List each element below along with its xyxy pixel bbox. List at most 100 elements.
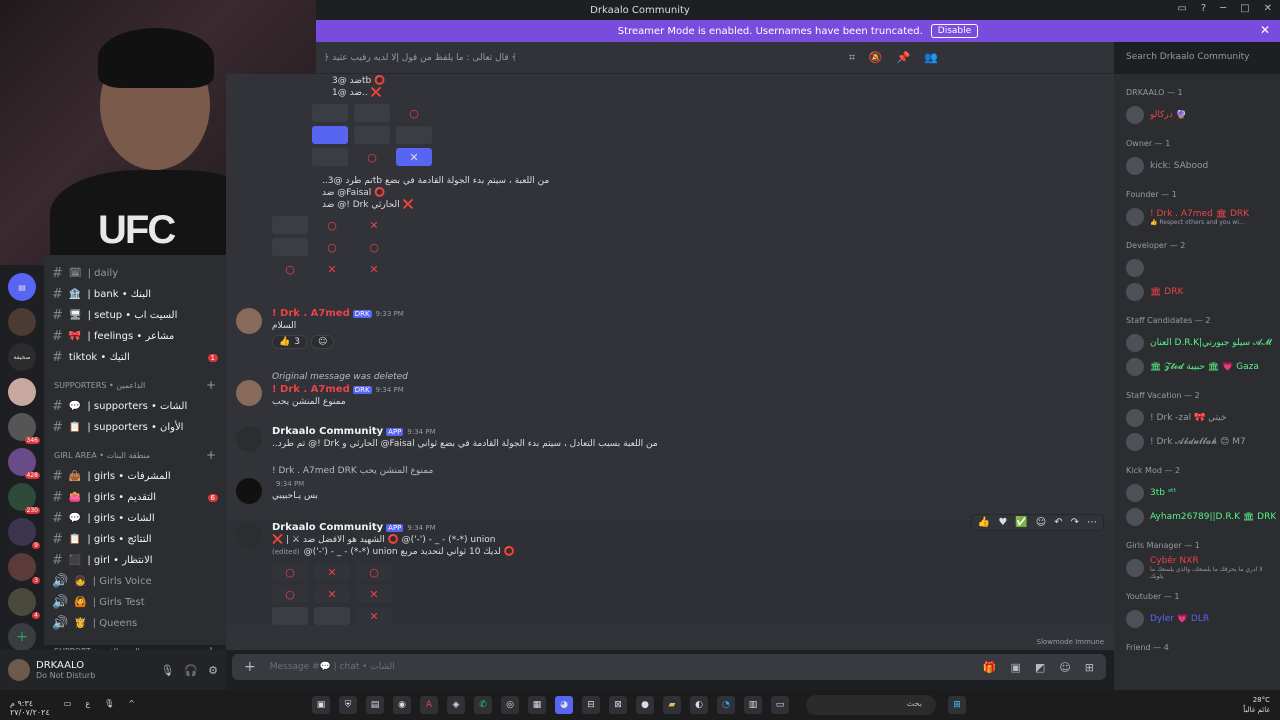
store-icon[interactable]: ▥ <box>744 696 762 714</box>
channel-item[interactable]: # 🎀 | feelings • مشاعر <box>44 326 226 347</box>
whatsapp-icon[interactable]: ✆ <box>474 696 492 714</box>
members-icon[interactable]: 👥 <box>924 51 938 65</box>
member-item[interactable] <box>1122 256 1272 280</box>
app-icon[interactable]: ⊟ <box>582 696 600 714</box>
sticker-icon[interactable]: ◩ <box>1035 661 1045 674</box>
board-cell[interactable]: ✕ <box>314 563 350 581</box>
category-supporters[interactable]: Supporters • الداعمين + <box>44 374 226 396</box>
message-author[interactable]: Drkaalo Community <box>272 426 383 437</box>
member-item[interactable]: kick: SAbood <box>1122 154 1272 178</box>
member-item[interactable]: 🏛 𝓩𝓽𝓸𝓭 حبيبة 🏛 💗 Gaza <box>1122 355 1272 379</box>
server-icon[interactable]: 428 <box>8 448 40 479</box>
member-item[interactable]: Ayham26789||D.R.K 🏛 DRK <box>1122 505 1276 529</box>
disable-streamer-button[interactable]: Disable <box>930 24 979 38</box>
clock[interactable]: ٩:٣٤ م ٢٧/٠٧/٢٠٢٤ <box>10 699 50 717</box>
board-cell[interactable]: ✕ <box>314 260 350 278</box>
weather-widget[interactable]: 28°C غائم غالباً <box>1243 695 1270 715</box>
member-item[interactable]: العنان D.R.K|سيلو جبورني 𝓐𝓜 <box>1122 331 1272 355</box>
message-author[interactable]: ! Drk . A7med <box>272 384 350 395</box>
category-girls[interactable]: GIRL AREA • منطقة البنات + <box>44 444 226 466</box>
message-composer[interactable]: + Message #💬 | chat • الشات 🎁 ▣ ◩ ☺ ⊞ <box>232 654 1106 680</box>
check-icon[interactable]: ✅ <box>1015 517 1027 528</box>
avatar[interactable] <box>236 308 262 334</box>
member-item[interactable]: 🏛 DRK <box>1122 280 1272 304</box>
discord-icon[interactable]: ◕ <box>555 696 573 714</box>
channel-item[interactable]: # 🖥 | setup • السيت اب <box>44 305 226 326</box>
board-cell[interactable]: ○ <box>314 216 350 234</box>
close-button[interactable]: ✕ <box>1264 3 1272 14</box>
add-channel-icon[interactable]: + <box>206 448 216 462</box>
server-icon[interactable]: 4 <box>8 588 40 619</box>
board-cell[interactable] <box>312 148 348 166</box>
member-item[interactable]: ! Drk . A7med 🏛 DRK 👍 Respect others and … <box>1122 205 1272 229</box>
board-cell[interactable]: ✕ <box>356 607 392 625</box>
server-icon[interactable]: ▤ <box>8 273 36 301</box>
board-cell[interactable]: ✕ <box>356 585 392 603</box>
app-icon[interactable]: ⊠ <box>609 696 627 714</box>
app-icon[interactable]: ▤ <box>366 696 384 714</box>
board-cell[interactable]: ○ <box>396 104 432 122</box>
board-cell[interactable]: ○ <box>272 563 308 581</box>
board-cell[interactable]: ○ <box>272 260 308 278</box>
close-banner-icon[interactable]: ✕ <box>1260 23 1270 37</box>
forward-icon[interactable]: ↷ <box>1071 517 1079 528</box>
threads-icon[interactable]: ⌗ <box>849 51 855 65</box>
board-cell[interactable]: ○ <box>354 148 390 166</box>
chrome-icon[interactable]: ◎ <box>501 696 519 714</box>
search-input[interactable]: Search Drkaalo Community <box>1120 49 1272 67</box>
pin-icon[interactable]: 📌 <box>897 51 911 65</box>
minimize-button[interactable]: ─ <box>1220 3 1226 14</box>
avatar[interactable] <box>236 478 262 504</box>
steam-icon[interactable]: ◉ <box>393 696 411 714</box>
edge-icon[interactable]: ◔ <box>717 696 735 714</box>
reaction-button[interactable]: 👍 3 <box>272 335 307 349</box>
add-reaction-icon[interactable]: ☺ <box>310 335 335 349</box>
member-item[interactable]: ! Drk -zal 🎀 خيتي <box>1122 406 1272 430</box>
microphone-icon[interactable]: 🎙 <box>160 664 174 677</box>
server-icon[interactable]: 3 <box>8 553 40 584</box>
board-cell[interactable] <box>396 126 432 144</box>
chevron-up-icon[interactable]: ^ <box>128 699 135 717</box>
channel-item[interactable]: # 📋 | girls • التتائج <box>44 529 226 550</box>
member-item[interactable]: Cyběr ÑXŔ لا ادري ما يحرقك ما يلسعك، والذ… <box>1122 556 1272 580</box>
channel-item[interactable]: # 💬 | girls • الشات <box>44 508 226 529</box>
board-cell[interactable] <box>272 216 308 234</box>
reply-preview[interactable]: Original message was deleted <box>272 372 1114 382</box>
server-icon[interactable]: 346 <box>8 413 40 444</box>
message-input[interactable]: Message #💬 | chat • الشات <box>270 662 395 672</box>
gif-icon[interactable]: ▣ <box>1011 661 1021 674</box>
emoji-icon[interactable]: ☺ <box>1059 661 1070 674</box>
board-cell[interactable] <box>314 607 350 625</box>
channel-item[interactable]: # tiktok • التيك 1 <box>44 347 226 368</box>
app-icon[interactable]: ◐ <box>690 696 708 714</box>
board-cell[interactable]: ○ <box>272 585 308 603</box>
server-icon[interactable]: 9 <box>8 518 40 549</box>
server-icon[interactable]: ﺻﺤﻴﻔﺔ <box>8 343 36 371</box>
maximize-button[interactable]: □ <box>1240 3 1249 14</box>
board-cell[interactable] <box>354 104 390 122</box>
board-cell[interactable] <box>312 104 348 122</box>
inbox-icon[interactable]: ▭ <box>1177 3 1186 14</box>
voice-channel-item[interactable]: 🔊 🙆 | Girls Test <box>44 592 226 613</box>
gift-icon[interactable]: 🎁 <box>983 661 997 674</box>
board-cell[interactable]: ○ <box>356 563 392 581</box>
battery-icon[interactable]: ▭ <box>64 699 72 717</box>
app-icon[interactable]: ● <box>636 696 654 714</box>
board-cell[interactable]: ✕ <box>356 216 392 234</box>
board-cell[interactable]: ✕ <box>396 148 432 166</box>
taskbar-search[interactable]: بحث <box>806 695 936 715</box>
member-item[interactable]: ! Drk 𝓐𝓫𝓭𝓾𝓵𝓵𝓪𝓱 😊 M7 <box>1122 430 1272 454</box>
gear-icon[interactable]: ⚙ <box>208 664 218 677</box>
avatar[interactable] <box>236 426 262 452</box>
member-item[interactable]: 3tb ˢᵗᵗ <box>1122 481 1272 505</box>
language-indicator[interactable]: ع <box>85 699 90 717</box>
member-item[interactable]: دركالو 🔮 <box>1122 103 1272 127</box>
app-icon[interactable]: ▣ <box>312 696 330 714</box>
apps-icon[interactable]: ⊞ <box>1085 661 1094 674</box>
folder-icon[interactable]: ▰ <box>663 696 681 714</box>
thumbs-up-icon[interactable]: 👍 <box>978 517 990 528</box>
message-author[interactable]: Drkaalo Community <box>272 522 383 533</box>
channel-item[interactable]: # 📋 | supporters • الأوان <box>44 417 226 438</box>
channel-item[interactable]: # 💬 | supporters • الشات <box>44 396 226 417</box>
channel-item[interactable]: # 🏦 | bank • البنك <box>44 284 226 305</box>
